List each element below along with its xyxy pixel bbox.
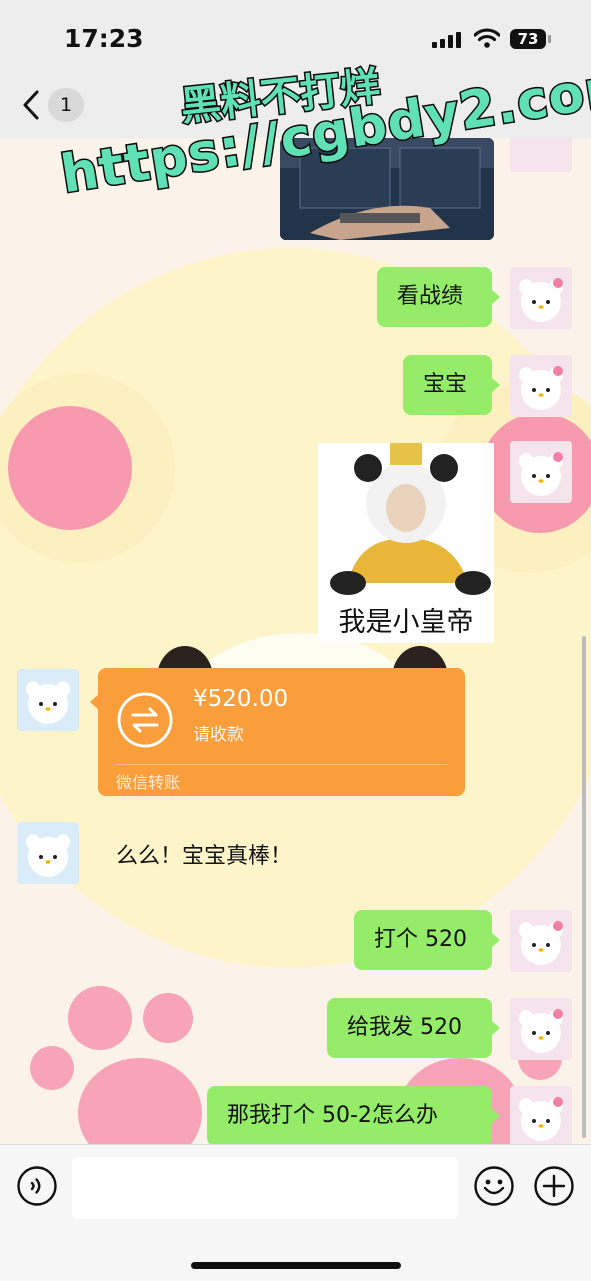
chat-scrollbar[interactable] [582,636,586,1138]
transfer-divider [116,764,447,765]
my-avatar[interactable] [510,998,572,1060]
unread-count-badge[interactable]: 1 [48,88,84,122]
transfer-status: 请收款 [193,725,244,745]
message-bubble[interactable]: 打个 520 [354,910,500,970]
my-avatar[interactable] [510,441,572,503]
voice-input-icon[interactable] [16,1165,58,1207]
bear-wallpaper-image [0,248,591,1144]
transfer-amount: ¥520.00 [193,686,289,712]
message-text[interactable]: 么么！宝宝真棒！ [116,838,292,870]
contact-avatar[interactable] [17,669,79,731]
status-time: 17:23 [64,24,144,53]
battery-tip [548,35,551,43]
home-indicator [191,1262,401,1269]
message-text: 看战绩 [397,284,464,309]
message-input[interactable] [72,1157,458,1219]
message-bubble[interactable]: 给我发 520 [327,998,500,1058]
message-bubble[interactable]: 看战绩 [377,267,500,327]
message-bubble[interactable]: 那我打个 50-2怎么办 [207,1086,500,1146]
battery-icon: 73 [510,29,546,49]
transfer-card[interactable]: ¥520.00 请收款 微信转账 [90,668,465,796]
message-text: 宝宝 [423,372,468,397]
chat-input-bar [0,1144,591,1281]
more-actions-plus-icon[interactable] [533,1165,575,1207]
message-text: 打个 520 [374,927,467,952]
my-avatar[interactable] [510,910,572,972]
sticker-image[interactable]: 我是小皇帝 [318,443,494,643]
message-text: 给我发 520 [347,1015,462,1040]
emoji-icon[interactable] [473,1165,515,1207]
back-arrow-icon[interactable] [20,88,42,122]
my-avatar[interactable] [510,1086,572,1148]
panda-emperor-icon [318,443,494,603]
sticker-caption: 我是小皇帝 [338,607,474,638]
transfer-footer: 微信转账 [116,773,181,792]
message-bubble[interactable]: 宝宝 [403,355,500,415]
transfer-arrows-icon [117,692,173,748]
my-avatar[interactable] [510,267,572,329]
my-avatar[interactable] [510,355,572,417]
signal-icon [432,32,461,48]
wifi-icon [474,28,500,48]
chat-background [0,138,591,1144]
contact-avatar[interactable] [17,822,79,884]
message-text: 那我打个 50-2怎么办 [227,1103,438,1128]
